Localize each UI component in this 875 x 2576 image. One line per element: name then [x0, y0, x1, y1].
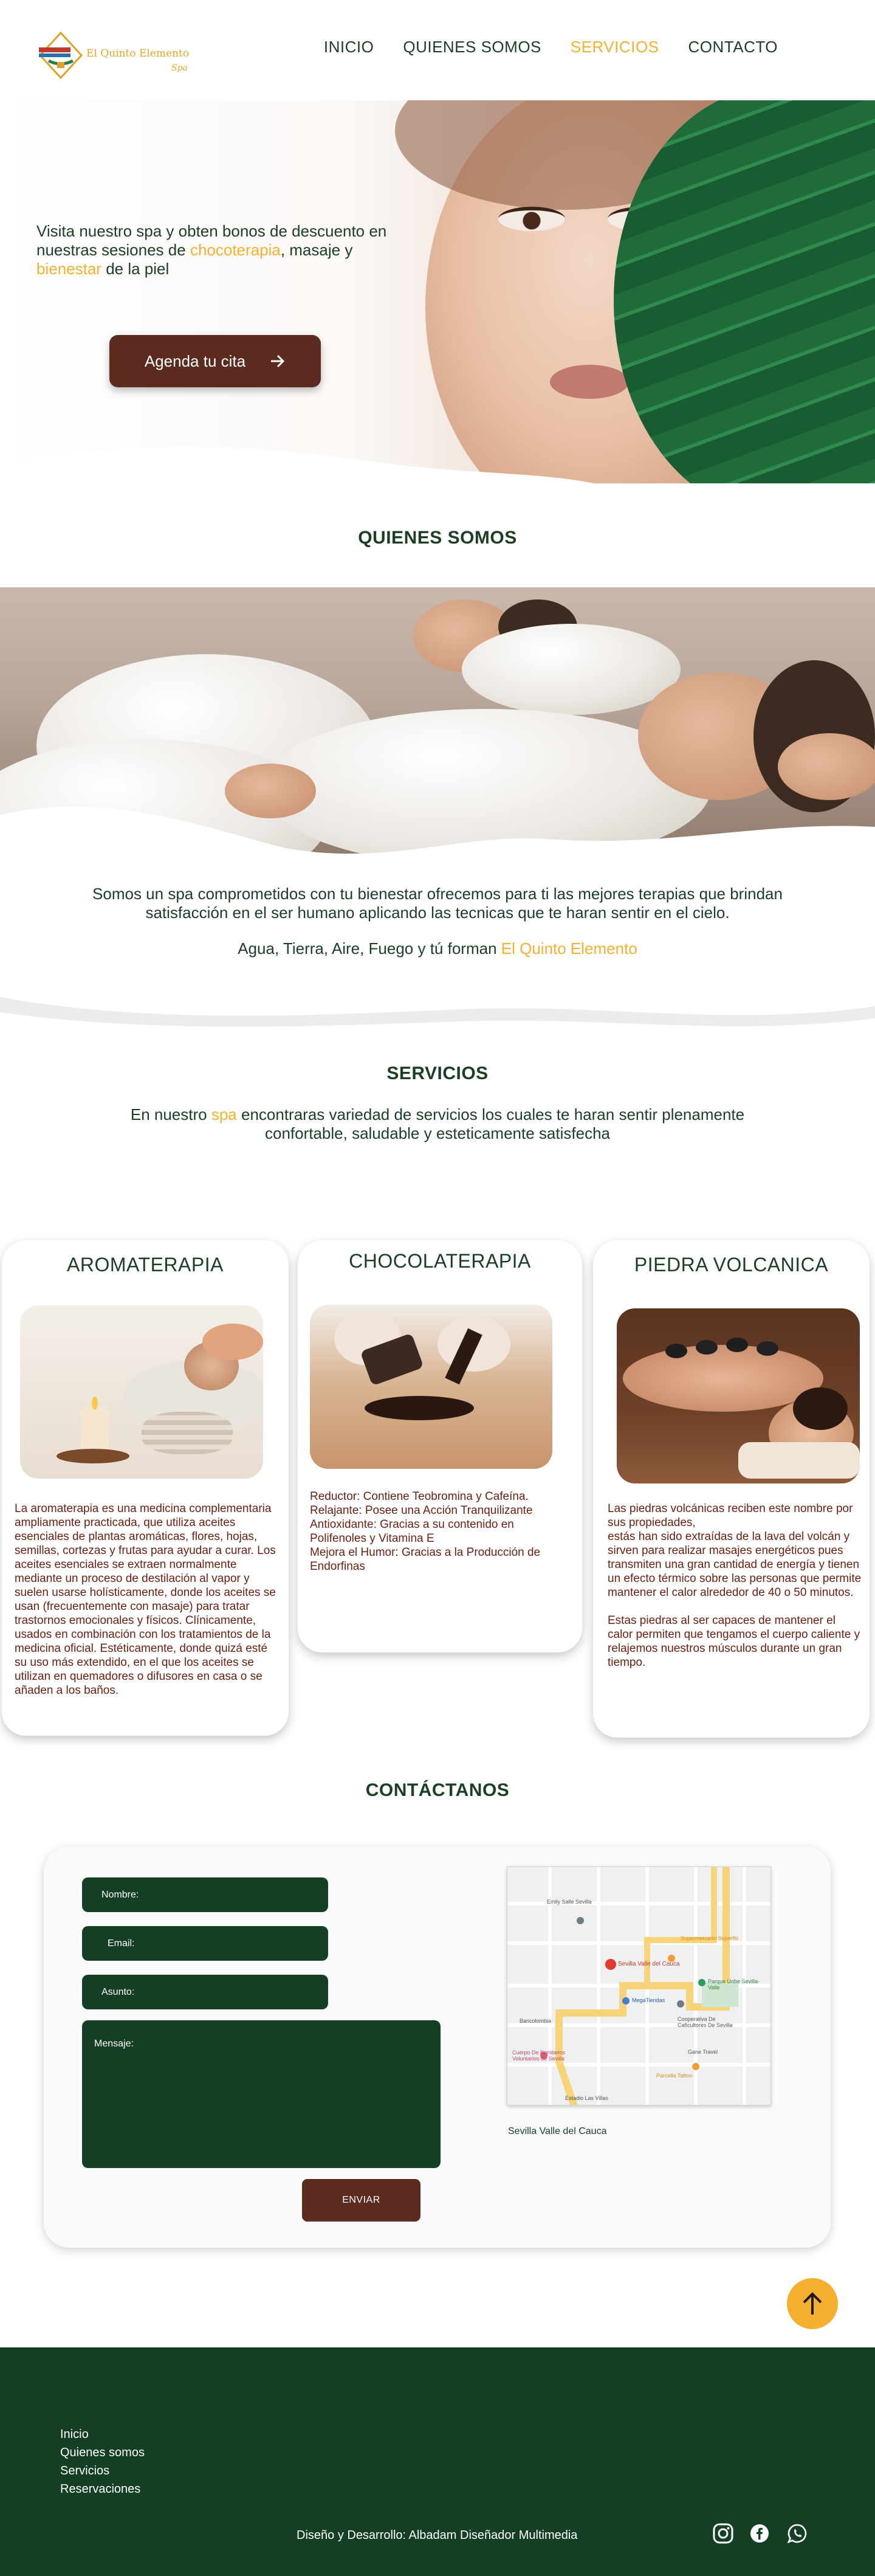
footer-link-servicios[interactable]: Servicios: [60, 2464, 145, 2478]
servicios-intro: En nuestro spa encontraras variedad de s…: [130, 1105, 745, 1142]
spa-highlight: spa: [211, 1105, 237, 1124]
map-label-parque: Parque Uribe Sevilla- Valle: [708, 1978, 760, 1991]
quienes-somos-title: QUIENES SOMOS: [358, 528, 517, 548]
piedra-volcanica-image: [617, 1308, 860, 1483]
map-label-superflo: Supermercado Superflo: [681, 1935, 739, 1941]
hero-bottom-wave: [0, 446, 594, 483]
hero-lips: [550, 365, 629, 399]
arrow-up-icon: [803, 2292, 822, 2315]
agenda-cita-button[interactable]: Agenda tu cita: [109, 335, 321, 387]
card-text-piedra-volcanica: Las piedras volcánicas reciben este nomb…: [608, 1502, 862, 1669]
servicios-title: SERVICIOS: [386, 1063, 489, 1083]
card-aromaterapia: AROMATERAPIA La aromaterapia es una medi…: [2, 1240, 289, 1736]
chocolaterapia-image: [310, 1305, 552, 1469]
logo-text: El Quinto Elemento: [86, 47, 190, 60]
map-label-bomberos: Cuerpo De Bomberos Voluntarios de Sevill…: [512, 2049, 566, 2062]
about-paragraph: Somos un spa comprometidos con tu bienes…: [92, 885, 783, 922]
scroll-to-top-button[interactable]: [787, 2278, 838, 2329]
hero-banner: Visita nuestro spa y obten bonos de desc…: [0, 100, 875, 483]
whatsapp-icon[interactable]: [784, 2520, 811, 2547]
logo-subtext: Spa: [171, 63, 188, 73]
footer-link-reservaciones[interactable]: Reservaciones: [60, 2482, 145, 2496]
contactanos-title: CONTÁCTANOS: [365, 1780, 510, 1800]
hero-text: Visita nuestro spa y obten bonos de desc…: [36, 222, 387, 278]
massage-wave: [0, 806, 875, 863]
arrow-right-icon: [271, 354, 285, 368]
logo[interactable]: El Quinto Elemento Spa: [36, 29, 194, 81]
logo-emblem-icon: [38, 31, 83, 80]
email-field[interactable]: Email:: [82, 1926, 328, 1961]
quinto-elemento-highlight: El Quinto Elemento: [501, 939, 637, 958]
map-label-tattoo: Parcella Tattoo: [656, 2073, 693, 2079]
map-label-bancolombia: Bancolombia: [520, 2018, 552, 2024]
map-label-estadio: Estadio Las Villas: [565, 2095, 608, 2101]
site-header: El Quinto Elemento Spa INICIO QUIENES SO…: [0, 0, 875, 100]
hero-eye-left: [498, 207, 565, 231]
map-label-emily: Emily Salle Sevilla: [547, 1899, 592, 1905]
facebook-icon[interactable]: [746, 2520, 773, 2547]
footer-link-inicio[interactable]: Inicio: [60, 2428, 145, 2441]
map-label-megatiendas: MegaTiendas: [632, 1997, 665, 2003]
map-label-gane: Gane Travel: [688, 2049, 718, 2055]
instagram-icon[interactable]: [710, 2520, 736, 2547]
map-label-cooperativa: Cooperativa De Caficultores De Sevilla: [678, 2016, 733, 2028]
mensaje-textarea[interactable]: Mensaje:: [82, 2020, 441, 2168]
nav-contacto[interactable]: CONTACTO: [688, 38, 778, 57]
hero-highlight-chocoterapia: chocoterapia: [190, 241, 281, 259]
map-label-sevilla: Sevilla Valle del Cauca: [618, 1961, 680, 1967]
card-title-piedra-volcanica: PIEDRA VOLCANICA: [634, 1254, 829, 1276]
footer-link-quienes-somos[interactable]: Quienes somos: [60, 2446, 145, 2459]
card-title-aromaterapia: AROMATERAPIA: [67, 1254, 224, 1276]
card-chocolaterapia: CHOCOLATERAPIA Reductor: Contiene Teobro…: [298, 1240, 582, 1652]
card-title-chocolaterapia: CHOCOLATERAPIA: [349, 1250, 531, 1272]
about-elements-text: Agua, Tierra, Aire, Fuego y tú forman El…: [238, 939, 637, 958]
nav-inicio[interactable]: INICIO: [324, 38, 374, 57]
card-piedra-volcanica: PIEDRA VOLCANICA Las piedras volcánicas …: [593, 1240, 870, 1738]
enviar-button[interactable]: ENVIAR: [302, 2179, 420, 2222]
nav-servicios[interactable]: SERVICIOS: [571, 38, 659, 57]
card-text-aromaterapia: La aromaterapia es una medicina compleme…: [15, 1502, 276, 1697]
agenda-cita-label: Agenda tu cita: [144, 351, 246, 370]
map-caption: Sevilla Valle del Cauca: [508, 2126, 607, 2136]
gray-divider-wave: [0, 997, 875, 1027]
asunto-field[interactable]: Asunto:: [82, 1975, 328, 2009]
nombre-field[interactable]: Nombre:: [82, 1877, 328, 1912]
map-embed[interactable]: Sevilla Valle del Cauca Parque Uribe Sev…: [507, 1866, 771, 2105]
card-text-chocolaterapia: Reductor: Contiene Teobromina y Cafeína.…: [310, 1490, 541, 1573]
footer-credit: Diseño y Desarrollo: Albadam Diseñador M…: [297, 2529, 578, 2542]
hero-highlight-bienestar: bienestar: [36, 260, 101, 278]
site-footer: Inicio Quienes somos Servicios Reservaci…: [0, 2347, 875, 2576]
nav-quienes-somos[interactable]: QUIENES SOMOS: [403, 38, 541, 57]
aromaterapia-image: [20, 1305, 263, 1479]
footer-links: Inicio Quienes somos Servicios Reservaci…: [60, 2428, 145, 2496]
main-nav: INICIO QUIENES SOMOS SERVICIOS CONTACTO: [324, 38, 778, 57]
